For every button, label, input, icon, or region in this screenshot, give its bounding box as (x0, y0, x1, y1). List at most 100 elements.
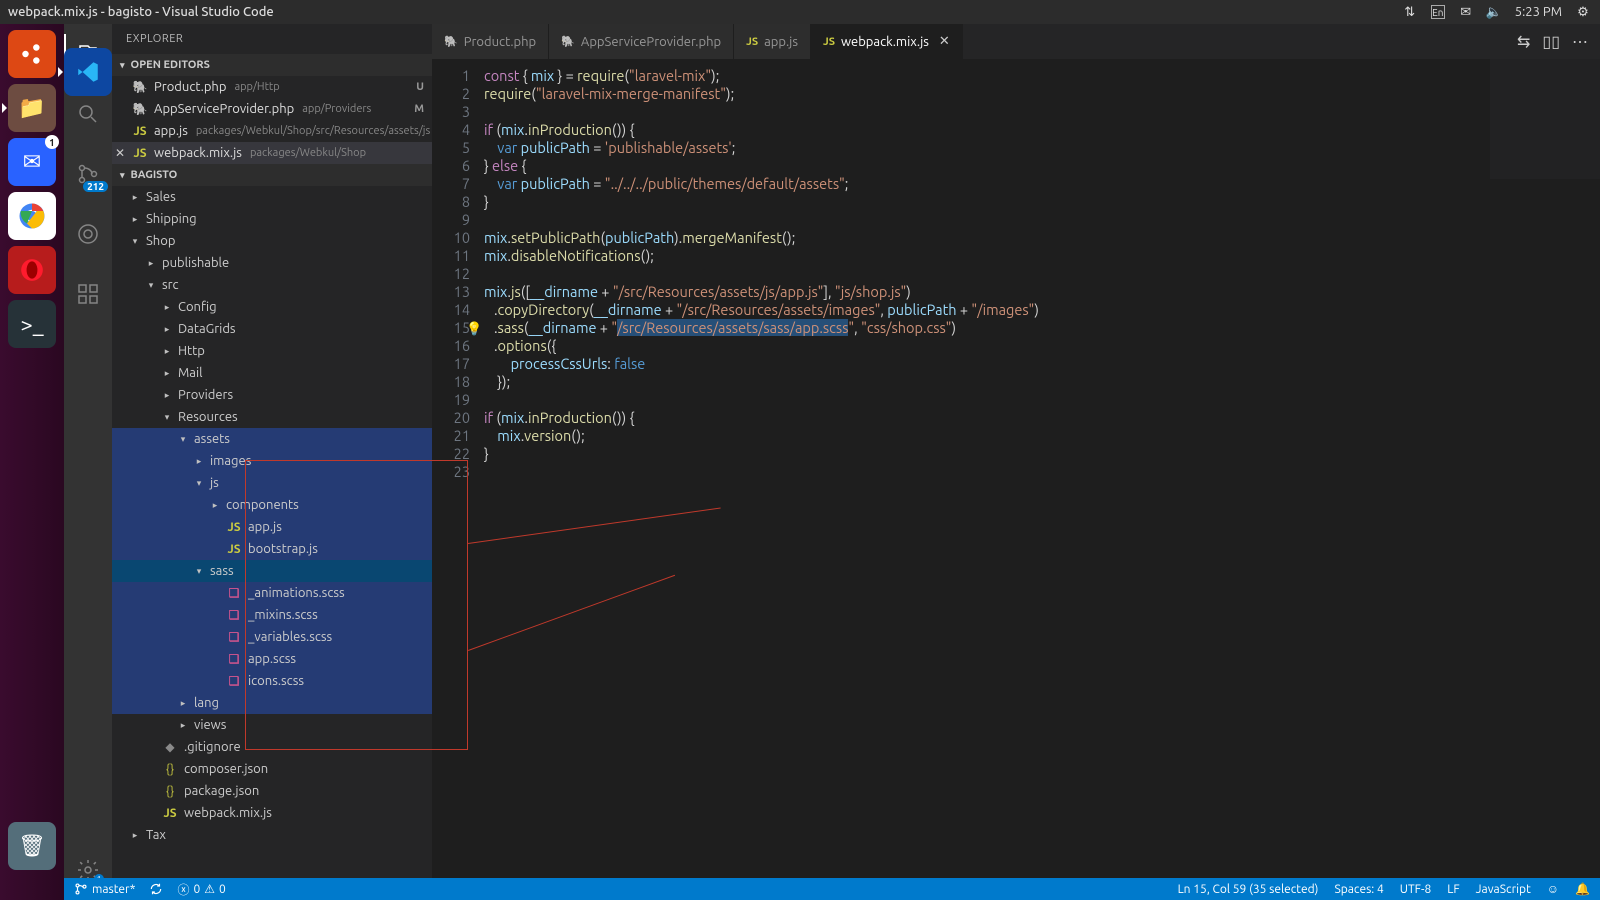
launcher-dash[interactable] (8, 30, 56, 78)
editor-tab[interactable]: JSapp.js (734, 24, 811, 59)
open-editor-item[interactable]: ✕JSwebpack.mix.jspackages/Webkul/Shop (112, 142, 432, 164)
folder-item[interactable]: ▾assets (112, 428, 432, 450)
more-icon[interactable]: ⋯ (1572, 32, 1588, 51)
network-icon[interactable]: ⇅ (1403, 5, 1417, 19)
file-item[interactable]: ❏ _variables.scss (112, 626, 432, 648)
js-icon: JS (132, 125, 148, 138)
close-icon[interactable]: ✕ (115, 146, 125, 160)
file-path: packages/Webkul/Shop/src/Resources/asset… (196, 125, 430, 137)
file-item[interactable]: JSwebpack.mix.js (112, 802, 432, 824)
folder-item[interactable]: ▸images (112, 450, 432, 472)
folder-item[interactable]: ▸lang (112, 692, 432, 714)
tree-label: Shop (146, 234, 175, 248)
status-branch[interactable]: master* (74, 882, 135, 896)
launcher-terminal[interactable]: >_ (8, 300, 56, 348)
power-icon[interactable]: ⚙ (1576, 5, 1590, 19)
chevron-icon: ▸ (194, 456, 204, 467)
compare-icon[interactable]: ⇆ (1517, 32, 1530, 51)
language-indicator[interactable]: En (1431, 5, 1445, 19)
file-name: webpack.mix.js (154, 146, 242, 160)
file-item[interactable]: ❏_animations.scss (112, 582, 432, 604)
launcher-opera[interactable] (8, 246, 56, 294)
folder-item[interactable]: ▸Http (112, 340, 432, 362)
mail-indicator-icon[interactable]: ✉ (1459, 5, 1473, 19)
status-eol[interactable]: LF (1447, 883, 1459, 896)
activity-search[interactable] (64, 94, 112, 134)
file-item[interactable]: ❏_mixins.scss (112, 604, 432, 626)
launcher-mail[interactable]: ✉1 (8, 138, 56, 186)
folder-item[interactable]: ▸publishable (112, 252, 432, 274)
minimap[interactable] (1490, 59, 1600, 179)
folder-item[interactable]: ▸components (112, 494, 432, 516)
activity-extensions[interactable] (64, 274, 112, 314)
file-item[interactable]: ❏app.scss (112, 648, 432, 670)
tree-label: _animations.scss (248, 586, 345, 600)
status-sync[interactable] (149, 882, 163, 896)
json-icon: {} (162, 763, 178, 776)
file-item[interactable]: ❏icons.scss (112, 670, 432, 692)
file-item[interactable]: JSapp.js (112, 516, 432, 538)
git-status: M (414, 103, 424, 115)
status-problems[interactable]: ⓧ 0 ⚠ 0 (177, 881, 225, 898)
editor-tab[interactable]: 🐘AppServiceProvider.php (549, 24, 734, 59)
open-editors-header[interactable]: ▾OPEN EDITORS (112, 54, 432, 76)
folder-item[interactable]: ▾Shop (112, 230, 432, 252)
volume-icon[interactable]: 🔈 (1487, 5, 1501, 19)
folder-item[interactable]: ▸views (112, 714, 432, 736)
file-item[interactable]: {}package.json (112, 780, 432, 802)
scss-icon: ❏ (226, 630, 242, 644)
open-editor-item[interactable]: 🐘Product.phpapp/HttpU (112, 76, 432, 98)
open-editor-item[interactable]: 🐘AppServiceProvider.phpapp/ProvidersM (112, 98, 432, 120)
file-item[interactable]: ◆ .gitignore (112, 736, 432, 758)
editor-tab[interactable]: JSwebpack.mix.js✕ (811, 24, 963, 59)
chevron-icon: ▸ (162, 302, 172, 313)
close-icon[interactable]: ✕ (939, 34, 950, 49)
file-item[interactable]: {}composer.json (112, 758, 432, 780)
project-header[interactable]: ▾BAGISTO (112, 164, 432, 186)
chevron-icon: ▾ (178, 434, 188, 445)
status-cursor[interactable]: Ln 15, Col 59 (35 selected) (1178, 883, 1319, 896)
folder-item[interactable]: ▾js (112, 472, 432, 494)
activity-debug[interactable] (64, 214, 112, 254)
chevron-icon: ▾ (162, 412, 172, 423)
folder-item[interactable]: ▾src (112, 274, 432, 296)
launcher-vscode[interactable] (64, 48, 112, 96)
activity-scm[interactable]: 212 (64, 154, 112, 194)
folder-item[interactable]: ▸Mail (112, 362, 432, 384)
scss-icon: ❏ (226, 608, 242, 622)
status-feedback-icon[interactable]: ☺ (1547, 882, 1559, 896)
tree-label: publishable (162, 256, 229, 270)
tree-label: _variables.scss (248, 630, 332, 644)
lightbulb-icon[interactable]: 💡 (466, 320, 482, 338)
tree-label: Http (178, 344, 205, 358)
file-path: app/Http (234, 81, 279, 93)
chevron-icon: ▸ (162, 324, 172, 335)
tree-label: app.scss (248, 652, 296, 666)
chevron-icon: ▸ (178, 720, 188, 731)
editor-tab[interactable]: 🐘Product.php (432, 24, 549, 59)
folder-item[interactable]: ▸Sales (112, 186, 432, 208)
split-editor-icon[interactable]: ▯▯ (1542, 32, 1560, 51)
folder-item[interactable]: ▸Shipping (112, 208, 432, 230)
git-icon: ◆ (162, 740, 178, 754)
code-editor[interactable]: 1234567891011121314151617181920212223 co… (432, 59, 1600, 900)
status-bell-icon[interactable]: 🔔 (1575, 882, 1590, 896)
launcher-files[interactable]: 📁 (8, 84, 56, 132)
open-editor-item[interactable]: JSapp.jspackages/Webkul/Shop/src/Resourc… (112, 120, 432, 142)
folder-item[interactable]: ▾Resources (112, 406, 432, 428)
file-path: packages/Webkul/Shop (250, 147, 366, 159)
tree-label: .gitignore (184, 740, 241, 754)
status-indent[interactable]: Spaces: 4 (1334, 883, 1383, 896)
launcher-chrome[interactable] (8, 192, 56, 240)
code-content[interactable]: const { mix } = require("laravel-mix");r… (484, 59, 1039, 900)
folder-item[interactable]: ▸Config (112, 296, 432, 318)
clock[interactable]: 5:23 PM (1515, 5, 1562, 19)
file-item[interactable]: JSbootstrap.js (112, 538, 432, 560)
folder-item[interactable]: ▸Tax (112, 824, 432, 846)
folder-item[interactable]: ▾sass (112, 560, 432, 582)
folder-item[interactable]: ▸Providers (112, 384, 432, 406)
folder-item[interactable]: ▸DataGrids (112, 318, 432, 340)
status-encoding[interactable]: UTF-8 (1400, 883, 1431, 896)
status-language[interactable]: JavaScript (1476, 883, 1531, 896)
launcher-trash[interactable]: 🗑 (8, 822, 56, 870)
